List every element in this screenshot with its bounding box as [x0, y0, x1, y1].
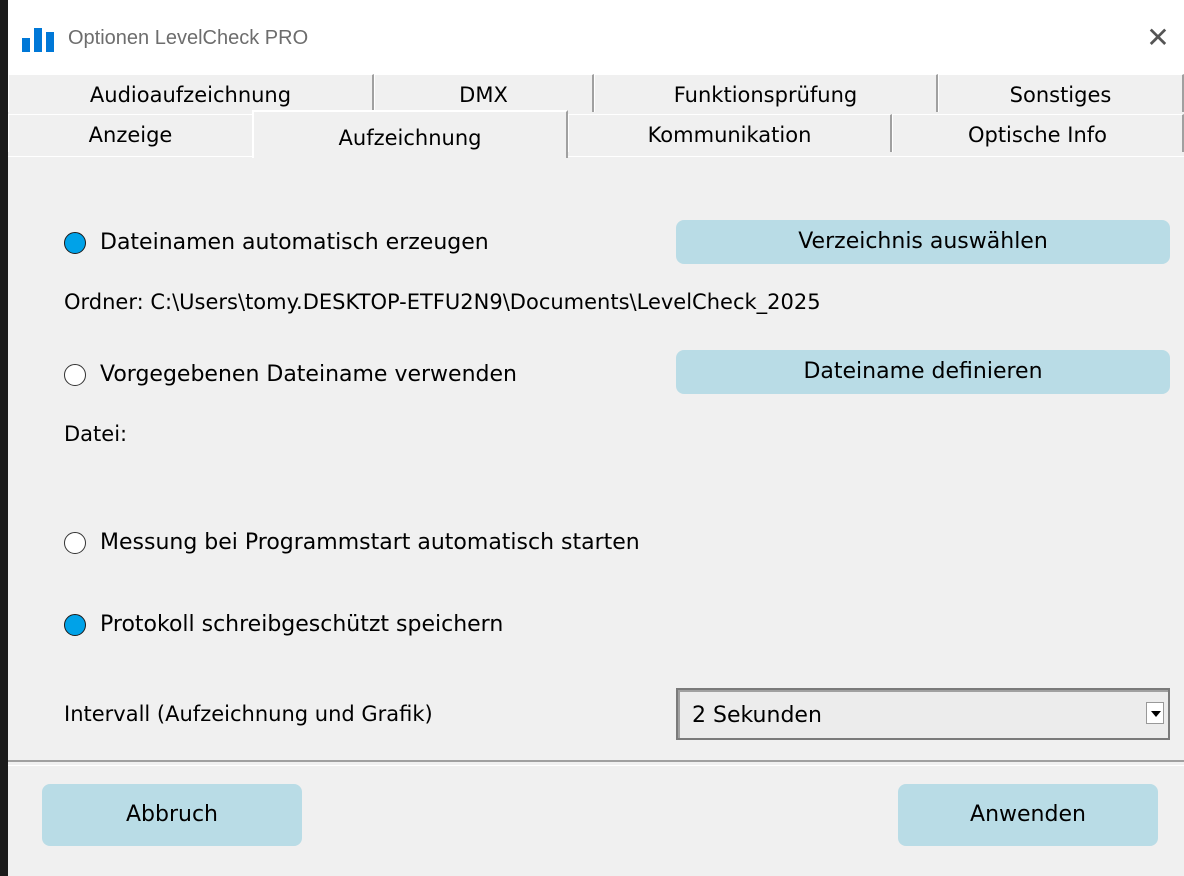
autostart-option[interactable]: Messung bei Programmstart automatisch st…: [64, 530, 640, 555]
chevron-down-icon[interactable]: [1146, 702, 1164, 724]
readonly-log-radio[interactable]: [64, 613, 86, 636]
interval-select[interactable]: 2 Sekunden: [676, 688, 1170, 740]
auto-filename-radio[interactable]: [64, 231, 86, 254]
window-title: Optionen LevelCheck PRO: [68, 27, 309, 49]
cancel-button[interactable]: Abbruch: [42, 784, 302, 846]
close-icon[interactable]: ✕: [1142, 22, 1174, 54]
tab-kommunikation[interactable]: Kommunikation: [568, 114, 892, 152]
auto-filename-label: Dateinamen automatisch erzeugen: [100, 230, 489, 255]
tab-audioaufzeichnung[interactable]: Audioaufzeichnung: [8, 74, 374, 112]
bar-chart-icon: [22, 28, 56, 52]
tab-anzeige[interactable]: Anzeige: [8, 114, 254, 152]
tab-sonstiges[interactable]: Sonstiges: [938, 74, 1184, 112]
choose-directory-button[interactable]: Verzeichnis auswählen: [676, 220, 1170, 264]
footer-divider: [8, 760, 1184, 766]
given-filename-radio[interactable]: [64, 363, 86, 386]
options-dialog: Optionen LevelCheck PRO ✕ Audioaufzeichn…: [8, 0, 1184, 876]
readonly-log-option[interactable]: Protokoll schreibgeschützt speichern: [64, 612, 503, 637]
autostart-radio[interactable]: [64, 531, 86, 554]
tab-funktionspruefung[interactable]: Funktionsprüfung: [594, 74, 938, 112]
given-filename-option[interactable]: Vorgegebenen Dateiname verwenden: [64, 362, 517, 387]
tab-aufzeichnung[interactable]: Aufzeichnung: [252, 110, 568, 158]
readonly-log-label: Protokoll schreibgeschützt speichern: [100, 612, 504, 637]
auto-filename-option[interactable]: Dateinamen automatisch erzeugen: [64, 230, 489, 255]
tab-optische-info[interactable]: Optische Info: [892, 114, 1184, 152]
apply-button[interactable]: Anwenden: [898, 784, 1158, 846]
title-bar: Optionen LevelCheck PRO ✕: [8, 0, 1184, 74]
file-text: Datei:: [64, 422, 128, 446]
interval-label: Intervall (Aufzeichnung und Grafik): [64, 702, 433, 726]
given-filename-label: Vorgegebenen Dateiname verwenden: [100, 362, 517, 387]
autostart-label: Messung bei Programmstart automatisch st…: [100, 530, 640, 555]
tab-strip: Audioaufzeichnung DMX Funktionsprüfung S…: [8, 74, 1184, 158]
define-filename-button[interactable]: Dateiname definieren: [676, 350, 1170, 394]
folder-path-text: Ordner: C:\Users\tomy.DESKTOP-ETFU2N9\Do…: [64, 290, 821, 314]
tab-dmx[interactable]: DMX: [374, 74, 594, 112]
interval-selected-value: 2 Sekunden: [692, 703, 822, 728]
